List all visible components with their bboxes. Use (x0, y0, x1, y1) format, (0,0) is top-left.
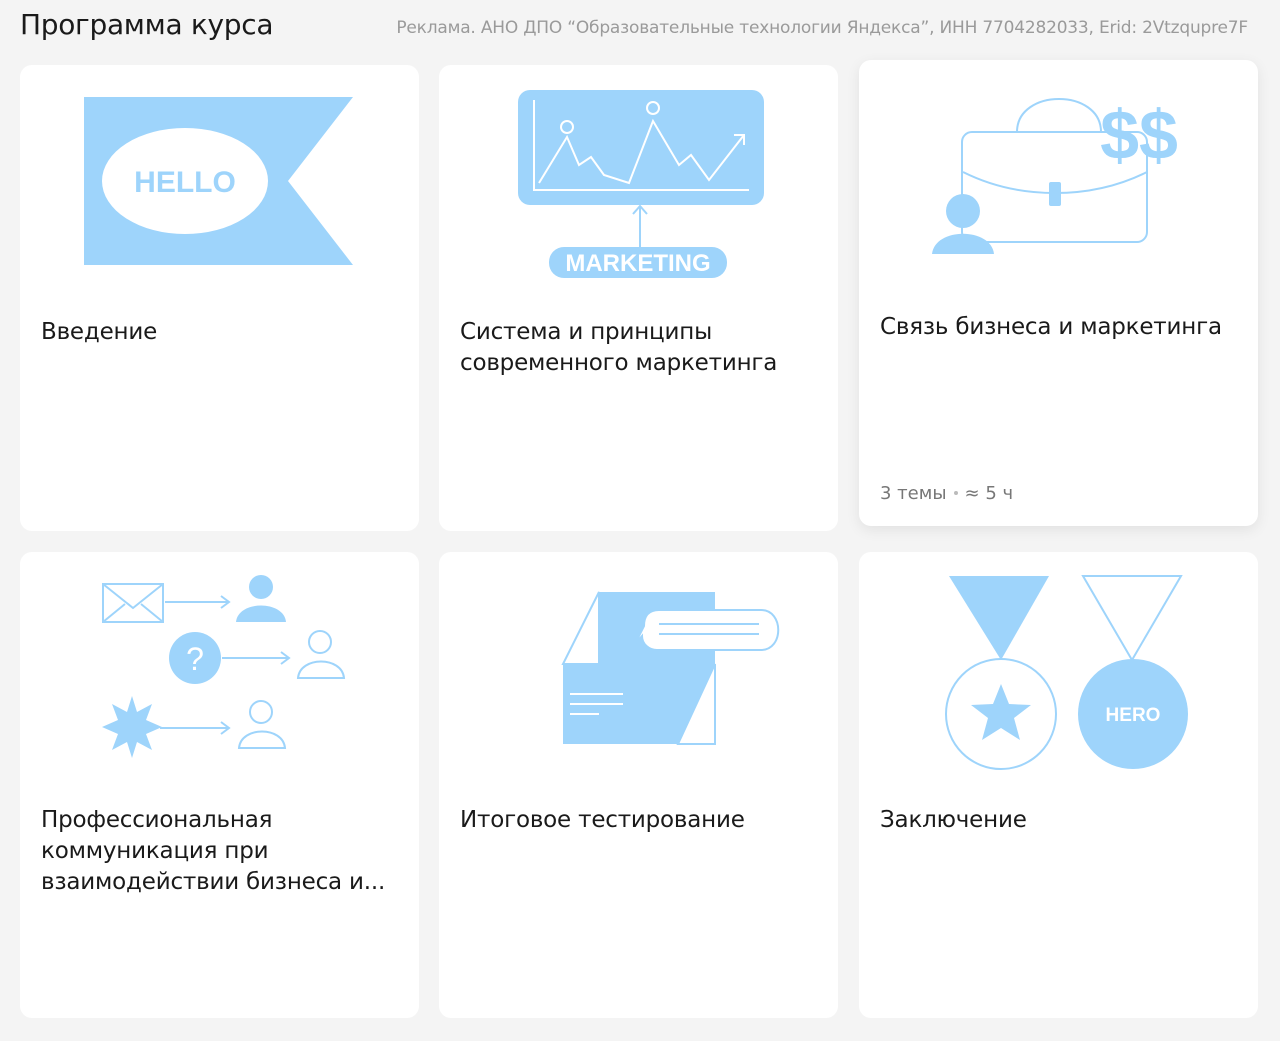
card-title: Заключение (880, 807, 1027, 833)
course-module-card-communication[interactable]: ? Профессиональная коммуникация при взаи… (20, 552, 419, 1018)
hero-text: HERO (1106, 705, 1161, 726)
card-meta: 3 темы ≈ 5 ч (880, 483, 1013, 504)
card-title: Итоговое тестирование (460, 807, 745, 833)
card-title: Система и принципы современного маркетин… (460, 319, 778, 376)
hello-text: HELLO (134, 166, 236, 199)
course-module-card-final-test[interactable]: Итоговое тестирование (439, 552, 838, 1018)
ad-notice: Реклама. АНО ДПО “Образовательные технол… (396, 18, 1248, 38)
money-text: $$ (1100, 96, 1178, 174)
card-title: Профессиональная коммуникация при взаимо… (41, 807, 386, 895)
marketing-chart-icon: MARKETING (439, 65, 838, 305)
course-module-card-conclusion[interactable]: HERO Заключение (859, 552, 1258, 1018)
topics-count: 3 темы (880, 483, 947, 504)
card-title: Связь бизнеса и маркетинга (880, 314, 1222, 340)
card-title: Введение (41, 319, 158, 345)
duration: ≈ 5 ч (964, 483, 1014, 504)
course-module-card-marketing-system[interactable]: MARKETING Система и принципы современног… (439, 65, 838, 531)
briefcase-money-icon: $$ (859, 60, 1258, 300)
header: Программа курса Реклама. АНО ДПО “Образо… (20, 0, 1260, 56)
separator-dot (953, 490, 958, 495)
communication-icon: ? (20, 552, 419, 792)
course-module-card-intro[interactable]: HELLO Введение (20, 65, 419, 531)
hello-flag-icon: HELLO (20, 65, 419, 305)
document-test-icon (439, 552, 838, 792)
medals-icon: HERO (859, 552, 1258, 792)
marketing-text: MARKETING (565, 250, 710, 277)
course-module-card-business-marketing[interactable]: $$ Связь бизнеса и маркетинга 3 темы ≈ 5 … (859, 60, 1258, 526)
question-text: ? (186, 641, 204, 677)
page-title: Программа курса (20, 8, 274, 41)
